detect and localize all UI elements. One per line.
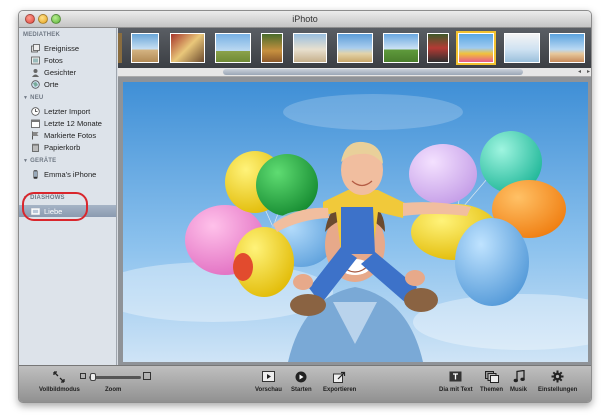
slide-thumbnail[interactable] (383, 33, 419, 63)
music-note-icon (512, 370, 526, 383)
faces-icon (31, 68, 40, 77)
play-label: Starten (291, 387, 312, 393)
section-geraete[interactable]: ▼ GERÄTE (23, 158, 56, 164)
highlight-ring-annotation (22, 192, 88, 221)
fullscreen-label: Vollbildmodus (39, 387, 80, 393)
trash-icon (31, 143, 40, 152)
slide-thumbnail-selected[interactable] (456, 31, 496, 65)
slide-thumbnail[interactable] (337, 33, 373, 63)
sidebar-item-papierkorb[interactable]: Papierkorb (31, 141, 80, 153)
themes-icon (484, 370, 499, 383)
play-icon (294, 370, 308, 383)
fullscreen-button[interactable]: Vollbildmodus (39, 370, 80, 393)
zoom-knob[interactable] (90, 373, 96, 381)
sidebar-item-label: Papierkorb (44, 142, 81, 152)
sidebar-item-letzter-import[interactable]: Letzter Import (31, 105, 90, 117)
music-label: Musik (510, 387, 528, 393)
preview-icon (261, 370, 275, 383)
slide-viewer (118, 77, 591, 365)
section-label: MEDIATHEK (23, 32, 61, 38)
filmstrip-scroll-thumb[interactable] (223, 69, 523, 75)
photos-icon (31, 56, 40, 65)
slide-thumbnail[interactable] (427, 33, 449, 63)
scroll-left-icon[interactable]: ◂ (575, 68, 584, 76)
preview-button[interactable]: Vorschau (255, 370, 282, 393)
themes-label: Themen (480, 387, 504, 393)
filmstrip-scrollbar[interactable]: ◂ ▸ (118, 68, 591, 77)
sidebar-item-label: Emma's iPhone (44, 169, 97, 179)
section-label: GERÄTE (30, 158, 57, 164)
section-neu[interactable]: ▼ NEU (23, 95, 43, 101)
sidebar: MEDIATHEK Ereignisse Fotos Gesichter Ort… (19, 28, 117, 365)
sidebar-item-label: Fotos (44, 55, 63, 65)
window-title: iPhoto (292, 14, 318, 24)
sidebar-item-label: Orte (44, 79, 59, 89)
sidebar-item-fotos[interactable]: Fotos (31, 54, 63, 66)
slide-photo (123, 82, 588, 362)
scroll-right-icon[interactable]: ▸ (584, 68, 591, 76)
export-label: Exportieren (323, 387, 357, 393)
slide-thumbnail[interactable] (215, 33, 251, 63)
slide-filmstrip (118, 28, 591, 68)
slide-thumbnail[interactable] (504, 33, 540, 63)
sidebar-item-ereignisse[interactable]: Ereignisse (31, 42, 79, 54)
places-icon (31, 79, 40, 89)
sidebar-item-label: Letzte 12 Monate (44, 118, 102, 128)
sidebar-item-letzte-12-monate[interactable]: Letzte 12 Monate (31, 117, 102, 129)
clock-icon (31, 106, 40, 116)
music-button[interactable]: Musik (510, 370, 527, 393)
slide-thumbnail[interactable] (118, 33, 122, 63)
sidebar-item-orte[interactable]: Orte (31, 78, 59, 90)
events-icon (31, 43, 40, 53)
export-button[interactable]: Exportieren (323, 370, 356, 393)
title-slide-icon (449, 370, 463, 383)
play-button[interactable]: Starten (291, 370, 312, 393)
slide-thumbnail[interactable] (261, 33, 283, 63)
settings-label: Einstellungen (538, 387, 578, 393)
gear-icon (551, 370, 565, 383)
sidebar-item-label: Ereignisse (44, 43, 80, 53)
title-slide-label: Dia mit Text (439, 387, 473, 393)
sidebar-item-label: Letzter Import (44, 106, 91, 116)
section-label: NEU (30, 95, 44, 101)
title-bar: iPhoto (19, 11, 591, 28)
section-mediathek[interactable]: MEDIATHEK (23, 32, 60, 38)
iphone-icon (31, 169, 40, 179)
themes-button[interactable]: Themen (480, 370, 503, 393)
iphoto-window: iPhoto MEDIATHEK Ereignisse Fotos Gesich… (18, 10, 592, 403)
sidebar-item-label: Markierte Fotos (44, 130, 97, 140)
sidebar-item-label: Gesichter (44, 67, 77, 77)
slide-thumbnail[interactable] (170, 33, 205, 63)
calendar-icon (31, 119, 40, 128)
sidebar-item-markierte-fotos[interactable]: Markierte Fotos (31, 129, 96, 141)
settings-button[interactable]: Einstellungen (538, 370, 577, 393)
flag-icon (31, 131, 40, 140)
preview-label: Vorschau (255, 387, 282, 393)
export-icon (333, 370, 347, 383)
title-slide-button[interactable]: Dia mit Text (439, 370, 473, 393)
slide-thumbnail[interactable] (293, 33, 327, 63)
zoom-large-icon (143, 372, 151, 380)
slide-thumbnail[interactable] (549, 33, 585, 63)
zoom-track[interactable] (89, 376, 141, 379)
sidebar-item-emmas-iphone[interactable]: Emma's iPhone (31, 168, 96, 180)
bottom-toolbar: Vollbildmodus Zoom Vorschau Starten Expo… (19, 365, 591, 402)
fullscreen-icon (52, 370, 66, 383)
slide-thumbnail[interactable] (131, 33, 159, 63)
zoom-small-icon (80, 373, 86, 379)
sidebar-item-gesichter[interactable]: Gesichter (31, 66, 76, 78)
zoom-label: Zoom (105, 387, 122, 393)
